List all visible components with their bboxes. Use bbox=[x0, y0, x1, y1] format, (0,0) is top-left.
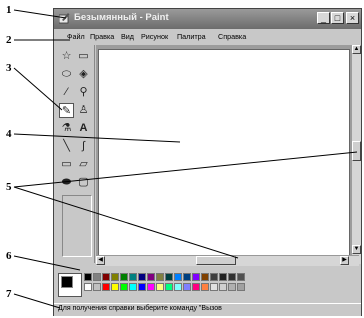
callout-line-6 bbox=[13, 255, 81, 271]
callout-line-5b bbox=[13, 186, 239, 259]
callout-line-7 bbox=[13, 293, 61, 309]
callout-lines bbox=[13, 9, 358, 309]
callout-line-3 bbox=[13, 67, 63, 111]
callout-line-5a bbox=[13, 151, 358, 188]
callout-line-4 bbox=[13, 133, 181, 143]
callout-line-1 bbox=[13, 9, 67, 19]
